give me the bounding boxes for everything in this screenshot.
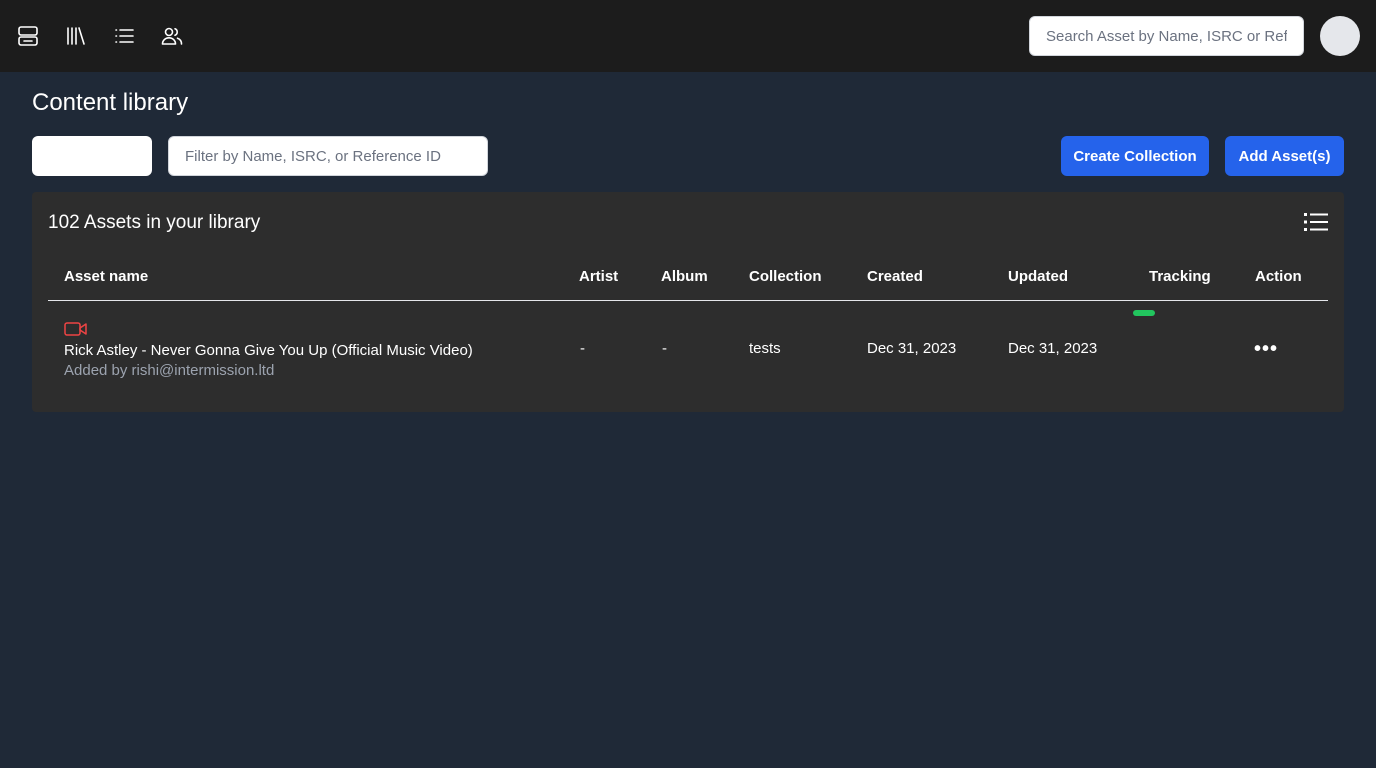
create-collection-button[interactable]: Create Collection: [1061, 136, 1209, 176]
column-header-album[interactable]: Album: [661, 268, 708, 285]
column-header-asset-name[interactable]: Asset name: [64, 268, 148, 285]
row-actions-menu-button[interactable]: •••: [1254, 338, 1278, 360]
asset-count-heading: 102 Assets in your library: [48, 212, 261, 233]
tracking-status-indicator: [1133, 310, 1155, 316]
top-navigation-bar: [0, 0, 1376, 72]
table-header-divider: [48, 300, 1328, 301]
users-icon[interactable]: [160, 24, 184, 48]
asset-library-panel: 102 Assets in your library Asset name Ar…: [32, 192, 1344, 412]
column-header-collection[interactable]: Collection: [749, 268, 822, 285]
asset-artist: -: [580, 340, 585, 357]
asset-added-by: Added by rishi@intermission.ltd: [64, 362, 275, 379]
asset-collection: tests: [749, 340, 781, 357]
column-header-tracking[interactable]: Tracking: [1149, 268, 1211, 285]
library-icon[interactable]: [64, 24, 88, 48]
asset-album: -: [662, 340, 667, 357]
video-camera-icon: [64, 320, 88, 338]
asset-name-link[interactable]: Rick Astley - Never Gonna Give You Up (O…: [64, 342, 473, 359]
column-header-created[interactable]: Created: [867, 268, 923, 285]
asset-created-date: Dec 31, 2023: [867, 340, 957, 357]
column-header-action: Action: [1255, 268, 1302, 285]
user-avatar[interactable]: [1320, 16, 1360, 56]
column-header-artist[interactable]: Artist: [579, 268, 618, 285]
list-view-toggle-icon[interactable]: [1304, 212, 1328, 232]
filter-select[interactable]: [32, 136, 152, 176]
page-title: Content library: [32, 89, 189, 116]
global-search-input[interactable]: [1029, 16, 1304, 56]
column-header-updated[interactable]: Updated: [1008, 268, 1068, 285]
add-assets-button[interactable]: Add Asset(s): [1225, 136, 1344, 176]
dashboard-icon[interactable]: [16, 24, 40, 48]
list-icon[interactable]: [112, 24, 136, 48]
filter-input[interactable]: [168, 136, 488, 176]
asset-updated-date: Dec 31, 2023: [1008, 340, 1098, 357]
